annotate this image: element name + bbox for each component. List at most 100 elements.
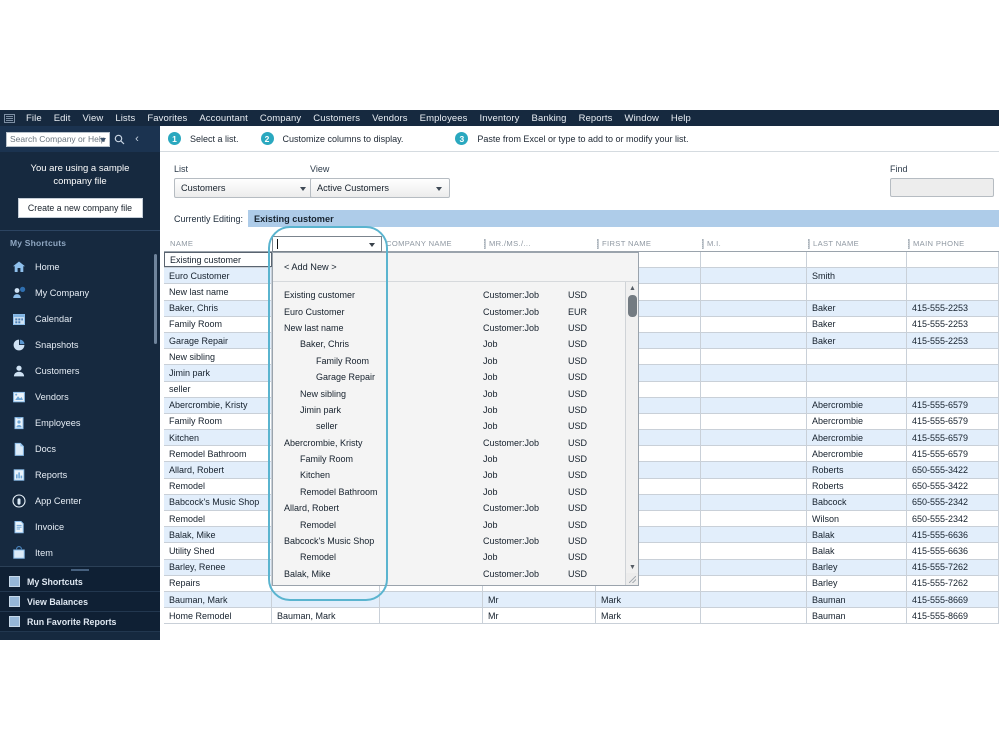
cell-name[interactable]: Family Room [164,413,272,430]
dropdown-item[interactable]: Remodel Job USD [273,549,638,565]
cell-phone[interactable]: 415-555-2253 [907,300,999,316]
cell-mi[interactable] [701,349,807,365]
cell-mi[interactable] [701,478,807,494]
cell-phone[interactable]: 650-555-2342 [907,494,999,510]
sidebar-resize-handle[interactable] [0,566,160,572]
cell-last[interactable]: Abercrombie [807,430,907,446]
cell-name[interactable]: Garage Repair [164,332,272,349]
dropdown-item[interactable]: Babcock's Music Shop Customer:Job USD [273,533,638,549]
cell-phone[interactable] [907,349,999,365]
menu-item-employees[interactable]: Employees [414,113,474,124]
cell-mi[interactable] [701,511,807,527]
cell-mi[interactable] [701,316,807,332]
sidebar-item-customers[interactable]: Customers [0,358,160,384]
cell-phone[interactable]: 415-555-8669 [907,608,999,624]
cell-last[interactable] [807,284,907,300]
triangle-up-icon[interactable]: ▲ [626,282,638,294]
sidebar-bottom-run-favorite-reports[interactable]: Run Favorite Reports [0,612,160,632]
cell-name[interactable]: New last name [164,284,272,300]
menu-item-edit[interactable]: Edit [48,113,77,124]
cell-name[interactable]: Repairs [164,575,272,591]
grid-col-header-name[interactable]: NAME [164,236,272,251]
list-select[interactable]: Customers [174,178,314,198]
job-of-dropdown[interactable]: < Add New > Existing customer Customer:Jo… [272,252,639,586]
cell-phone[interactable]: 415-555-6579 [907,413,999,430]
cell-mi[interactable] [701,284,807,300]
cell-title[interactable]: Mr [483,591,596,608]
cell-phone[interactable] [907,252,999,268]
grid-col-header-company-name[interactable]: COMPANY NAME [380,236,483,251]
sidebar-scrollbar[interactable] [154,254,157,344]
cell-name[interactable]: Baker, Chris [164,300,272,316]
chevron-down-icon[interactable] [300,187,306,191]
chevron-down-icon[interactable] [100,137,106,142]
sidebar-item-my-company[interactable]: My Company [0,280,160,306]
cell-phone[interactable]: 415-555-2253 [907,316,999,332]
sidebar-bottom-my-shortcuts[interactable]: My Shortcuts [0,572,160,592]
cell-last[interactable]: Smith [807,268,907,284]
cell-last[interactable] [807,252,907,268]
cell-phone[interactable]: 650-555-2342 [907,511,999,527]
cell-company[interactable] [380,608,483,624]
dropdown-item[interactable]: Balak, Mike Customer:Job USD [273,566,638,582]
table-row[interactable]: Bauman, Mark Mr Mark Bauman 415-555-8669 [164,591,999,609]
cell-name[interactable]: Remodel Bathroom [164,446,272,462]
chevron-left-icon[interactable]: ‹ [128,130,146,148]
cell-job_of[interactable]: Bauman, Mark [272,608,380,624]
cell-first[interactable]: Mark [596,608,701,624]
menu-item-inventory[interactable]: Inventory [474,113,526,124]
cell-mi[interactable] [701,300,807,316]
cell-last[interactable] [807,365,907,381]
cell-last[interactable]: Wilson [807,511,907,527]
dropdown-item[interactable]: Baker, Chris Job USD [273,336,638,352]
cell-mi[interactable] [701,397,807,413]
cell-phone[interactable]: 415-555-6579 [907,397,999,413]
dropdown-scroll-thumb[interactable] [628,295,637,317]
cell-last[interactable]: Roberts [807,462,907,478]
menu-item-file[interactable]: File [20,113,48,124]
cell-name[interactable]: Babcock's Music Shop [164,494,272,510]
cell-last[interactable]: Baker [807,300,907,316]
cell-mi[interactable] [701,268,807,284]
grid-col-header-m-i[interactable]: M.I. [701,236,807,251]
view-select[interactable]: Active Customers [310,178,450,198]
cell-phone[interactable]: 415-555-6636 [907,527,999,543]
cell-name[interactable]: Bauman, Mark [164,591,272,608]
cell-mi[interactable] [701,381,807,397]
system-menu-icon[interactable] [4,113,15,123]
cell-name[interactable]: Existing customer [164,252,272,268]
sidebar-item-docs[interactable]: Docs [0,436,160,462]
cell-title[interactable]: Mr [483,608,596,624]
cell-phone[interactable]: 415-555-6636 [907,543,999,559]
dropdown-item[interactable]: Family Room Job USD [273,353,638,369]
menu-item-window[interactable]: Window [619,113,665,124]
sidebar-item-app-center[interactable]: App Center [0,488,160,514]
cell-mi[interactable] [701,365,807,381]
cell-name[interactable]: Family Room [164,316,272,332]
search-input[interactable]: Search Company or Help [6,131,110,147]
cell-mi[interactable] [701,559,807,575]
cell-phone[interactable]: 650-555-3422 [907,478,999,494]
dropdown-item[interactable]: Family Room Job USD [273,451,638,467]
dropdown-item[interactable]: Existing customer Customer:Job USD [273,287,638,303]
cell-phone[interactable]: 415-555-6579 [907,446,999,462]
menu-item-reports[interactable]: Reports [573,113,619,124]
grid-col-header-last-name[interactable]: LAST NAME [807,236,907,251]
cell-last[interactable]: Barley [807,559,907,575]
dropdown-add-new-item[interactable]: < Add New > [273,253,638,282]
cell-mi[interactable] [701,413,807,430]
cell-name[interactable]: Abercrombie, Kristy [164,397,272,413]
sidebar-item-vendors[interactable]: Vendors [0,384,160,410]
cell-mi[interactable] [701,527,807,543]
cell-last[interactable]: Bauman [807,608,907,624]
cell-name[interactable]: Balak, Mike [164,527,272,543]
sidebar-item-calendar[interactable]: Calendar [0,306,160,332]
create-company-button[interactable]: Create a new company file [17,198,143,218]
cell-phone[interactable] [907,381,999,397]
cell-first[interactable]: Mark [596,591,701,608]
sidebar-item-snapshots[interactable]: Snapshots [0,332,160,358]
cell-last[interactable]: Balak [807,543,907,559]
cell-name[interactable]: Remodel [164,511,272,527]
search-icon[interactable] [110,130,128,148]
cell-last[interactable]: Bauman [807,591,907,608]
